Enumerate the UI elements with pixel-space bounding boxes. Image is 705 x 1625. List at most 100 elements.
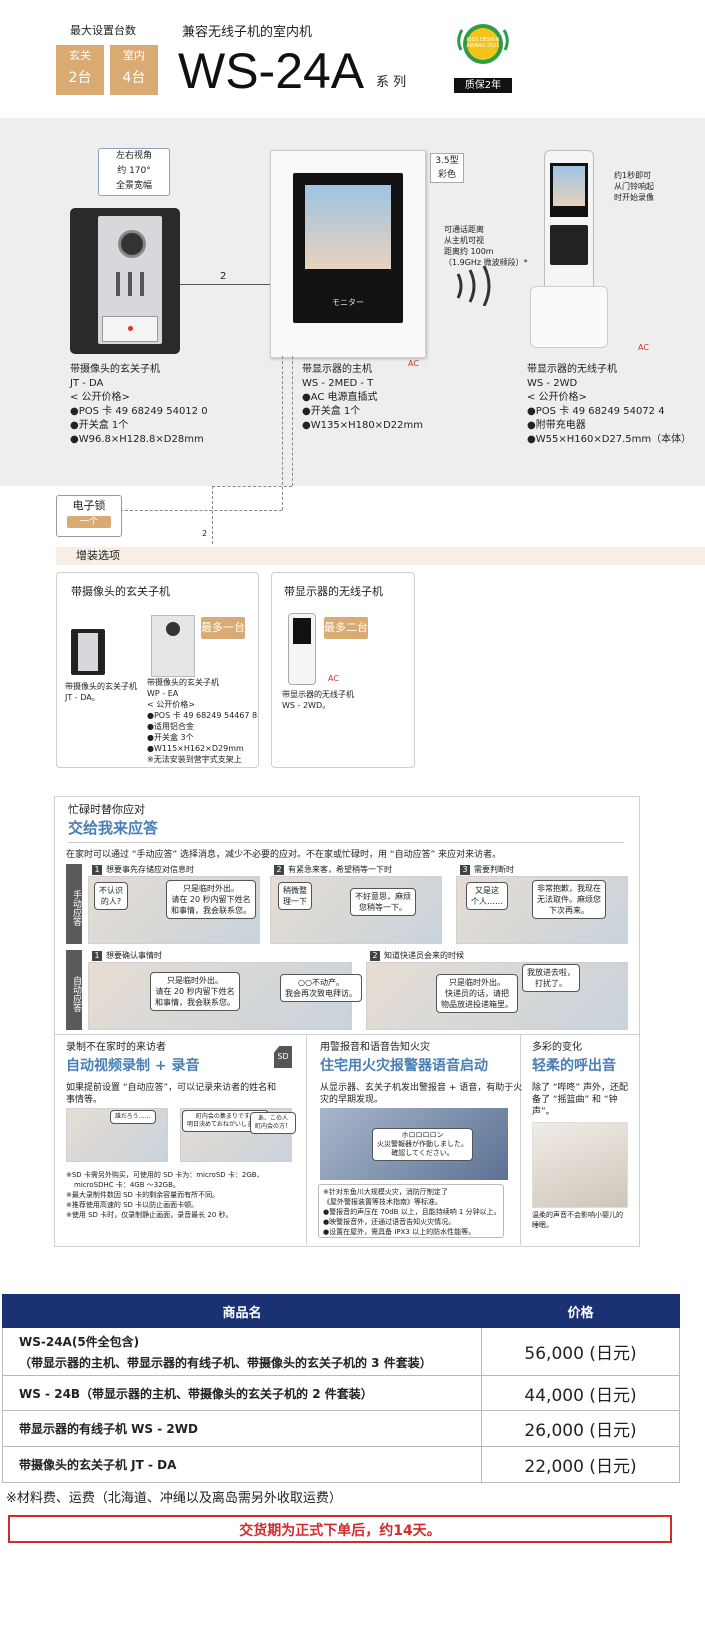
note-line: 《屋外警报装置等技术指南》等标准。 [323, 1198, 442, 1206]
step-number: 3 [460, 865, 470, 875]
step-number: 1 [92, 951, 102, 961]
speech-bubble: 誰だろう…… [110, 1110, 156, 1124]
price-cell: 56,000 (日元) [481, 1327, 680, 1376]
indoor-count: 4台 [122, 70, 146, 86]
dashed-connector [212, 486, 213, 544]
max-one-badge: 最多一台 [201, 617, 245, 639]
speech-bubble: 只是临时外出。 快递员的话，请把 物品放进投递箱里。 [436, 974, 518, 1013]
sd-card-icon: SD [274, 1046, 292, 1068]
feature1-small-title: 忙碌时替你应对 [68, 803, 145, 816]
entrance-count-box: 玄关 2台 [56, 45, 104, 95]
note-line: ※最大录制件数因 SD 卡的剩余容量而有所不同。 [66, 1191, 220, 1199]
note-line: ●映警报音外，还通过语音告知火灾情况。 [323, 1218, 456, 1226]
divider [54, 1034, 640, 1035]
speech-bubble: 非常抱歉，我现在 无法取件。麻烦您 下次再来。 [532, 880, 606, 919]
spec-line: ●POS 卡 49 68249 54072 4 [527, 406, 665, 417]
manual-item-title-3: 3 需要判断时 [460, 864, 514, 875]
award-text: KIDS DESIGN AWARD 2021 [466, 37, 500, 49]
product-name-cell: 带显示器的有线子机 WS - 2WD [2, 1410, 482, 1447]
body-line: 声”。 [532, 1107, 555, 1117]
speech-bubble: 只是临时外出。 请在 20 秒内留下姓名 和事情，我会联系您。 [150, 972, 240, 1011]
price-table: 商品名 价格 WS-24A(5件全包含) （带显示器的主机、带显示器的有线子机、… [2, 1294, 680, 1483]
fire-alarm-notes: ※针对东鱼川大规模火灾，消防厅制定了 《屋外警报装置等技术指南》等标准。 ●警报… [318, 1184, 504, 1238]
spec-line: WS - 2WD [527, 378, 578, 389]
auto-record-line: 约1秒即可 [614, 171, 652, 180]
call-button-icon [102, 316, 158, 342]
body-line: 从显示器、玄关子机发出警报音 + 语音，有助于火 [320, 1083, 523, 1093]
speech-bubble: ○○不动产。 我会再次致电拜访。 [280, 974, 362, 1002]
speech-bubble: あ、この人 町内会の方！ [250, 1112, 297, 1134]
caption-line: < 公开价格> [147, 700, 195, 709]
spec-line: ●W55×H160×D27.5mm（本体） [527, 434, 692, 445]
feature-body: 从显示器、玄关子机发出警报音 + 语音，有助于火 灾的早期发现。 [320, 1082, 522, 1106]
table-row: WS - 24B（带显示器的主机、带摄像头的玄关子机的 2 件套装） 44,00… [2, 1375, 680, 1411]
step-title: 想要确认事情时 [106, 951, 162, 960]
caption-line: ●W115×H162×D29mm [147, 744, 244, 753]
wireless-caption: 带显示器的无线子机 WS - 2WD。 [282, 689, 354, 711]
screen-size-line: 彩色 [437, 170, 456, 180]
electric-lock-count: 一个 [67, 516, 111, 528]
note-line: ※推荐使用高速的 SD 卡以防止画面卡顿。 [66, 1201, 199, 1209]
max-installation-label: 最大设置台数 [70, 24, 136, 37]
electric-lock-title: 电子锁 [72, 499, 106, 512]
step-title: 有紧急来客，希望稍等一下时 [288, 865, 392, 874]
shipping-note: ※材料费、运费（北海道、冲绳以及离岛需另外收取运费） [6, 1491, 342, 1506]
price-cell: 22,000 (日元) [481, 1446, 680, 1483]
spec-line: ●附带充电器 [527, 420, 586, 431]
range-line: 从主机可视 [444, 236, 484, 245]
auto-item-title-1: 1 想要确认事情时 [92, 950, 162, 961]
dashed-connector [120, 510, 282, 511]
column-header: 价格 [481, 1294, 680, 1328]
electric-lock-box: 电子锁 一个 [56, 495, 122, 537]
warranty-badge: 质保2年 [454, 78, 512, 93]
divider [68, 842, 624, 843]
wire-line [180, 284, 270, 285]
note-line: ●设置在屋外，需具备 IPX3 以上的防水性能等。 [323, 1228, 476, 1236]
spec-line: JT - DA [70, 378, 104, 389]
spec-line: ●W96.8×H128.8×D28mm [70, 434, 204, 445]
spec-line: 带摄像头的玄关子机 [70, 364, 160, 375]
note-line: ※使用 SD 卡时，仅录制静止画面，录音最长 20 秒。 [66, 1211, 233, 1219]
caption-line: ●适用铝合金 [147, 722, 194, 731]
feature1-title: 交给我来应答 [68, 819, 159, 837]
speech-bubble: 不好意思，麻烦 您稍等一下。 [350, 888, 416, 916]
note-line: ※SD 卡需另外购买，可使用的 SD 卡为：microSD 卡：2GB、 [66, 1171, 264, 1179]
master-monitor-image: モニター [270, 150, 426, 358]
ac-power-label-2: AC [638, 343, 649, 352]
wire-count-label: 2 [220, 271, 227, 282]
product-name-line: WS-24A(5件全包含) [19, 1334, 140, 1349]
spec-line: ●AC 电源直插式 [302, 392, 378, 403]
monitor-label: モニター [332, 298, 364, 307]
range-note: 可通话距离 从主机可视 距离约 100m （1.9GHz 微波频段）* [444, 224, 528, 268]
spec-line: ●开关盒 1个 [302, 406, 361, 417]
step-number: 2 [370, 951, 380, 961]
table-row: 带显示器的有线子机 WS - 2WD 26,000 (日元) [2, 1410, 680, 1447]
feature-small-title: 录制不在家时的来访者 [66, 1042, 166, 1053]
manual-item-title-2: 2 有紧急来客，希望稍等一下时 [274, 864, 392, 875]
series-label: 系 列 [376, 75, 407, 90]
caption-line: 带摄像头的玄关子机 [147, 678, 219, 687]
wp-ea-caption: 带摄像头的玄关子机 WP - EA < 公开价格> ●POS 卡 49 6824… [147, 677, 257, 765]
addons-header-bar [56, 547, 705, 565]
addon-card-title: 带显示器的无线子机 [284, 585, 383, 598]
product-name-line: （带显示器的主机、带显示器的有线子机、带摄像头的玄关子机的 3 件套装） [19, 1355, 432, 1370]
door-station-specs: 带摄像头的玄关子机 JT - DA < 公开价格> ●POS 卡 49 6824… [70, 363, 208, 447]
speech-bubble: 又是这 个人…… [466, 882, 508, 910]
price-cell: 44,000 (日元) [481, 1375, 680, 1411]
screen-size-line: 3.5型 [435, 156, 459, 166]
caption-line: 睡眠。 [532, 1221, 553, 1229]
product-name-cell: WS-24A(5件全包含) （带显示器的主机、带显示器的有线子机、带摄像头的玄关… [2, 1327, 482, 1376]
price-cell: 26,000 (日元) [481, 1410, 680, 1447]
family-photo [305, 185, 391, 269]
feature-title: 自动视频录制 + 录音 [66, 1058, 200, 1074]
feature-title: 轻柔的呼出音 [532, 1058, 616, 1074]
body-line: 事情等。 [66, 1095, 103, 1105]
kids-design-award-logo: KIDS DESIGN AWARD 2021 [452, 20, 514, 68]
step-number: 2 [274, 865, 284, 875]
dashed-connector [212, 486, 292, 487]
addons-header: 增装选项 [76, 549, 120, 562]
indoor-title: 室内 [123, 49, 145, 62]
feature-body: 如果提前设置 “自动应答”，可以记录来访者的姓名和 事情等。 [66, 1082, 276, 1106]
feature-small-title: 用警报音和语音告知火灾 [320, 1042, 430, 1053]
speech-bubble: 我放进去啦， 打扰了。 [522, 964, 580, 992]
